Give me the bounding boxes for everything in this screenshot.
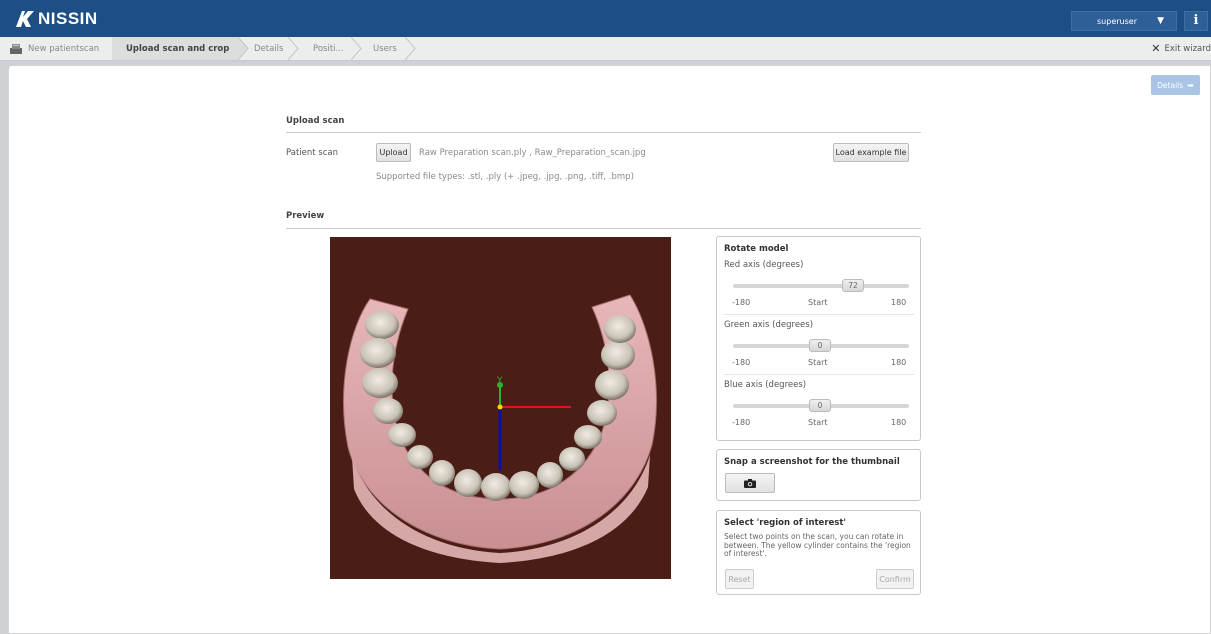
info-icon: i [1193, 13, 1199, 28]
upload-scan-title: Upload scan [286, 116, 345, 126]
load-example-file-button[interactable]: Load example file [833, 143, 909, 162]
crumb-label: Details [254, 43, 284, 54]
user-name: superuser [1097, 16, 1137, 26]
exit-wizard-button[interactable]: ✕ Exit wizard [1151, 42, 1211, 55]
crumb-new-patientscan[interactable]: New patientscan [0, 37, 112, 60]
uploaded-files: Raw Preparation scan.ply , Raw_Preparati… [419, 148, 646, 158]
load-example-label: Load example file [835, 148, 907, 157]
green-axis-handle[interactable]: 0 [809, 339, 831, 352]
roi-description: Select two points on the scan, you can r… [724, 532, 911, 558]
roi-reset-button[interactable]: Reset [725, 569, 754, 589]
green-axis-min: -180 [732, 358, 751, 367]
y-axis-label: Y [496, 376, 503, 386]
divider [286, 228, 921, 229]
info-button[interactable]: i [1184, 11, 1208, 31]
blue-axis-start: Start [808, 418, 828, 427]
chevron-right-icon [405, 37, 416, 60]
chevron-right-icon [238, 37, 249, 60]
crumb-label: Upload scan and crop [126, 43, 230, 54]
red-axis-max: 180 [891, 298, 907, 307]
roi-reset-label: Reset [728, 574, 751, 584]
crumb-upload-scan-and-crop[interactable]: Upload scan and crop [112, 37, 238, 60]
blue-axis-max: 180 [891, 418, 907, 427]
crumb-label: New patientscan [28, 43, 100, 54]
divider [724, 374, 914, 375]
blue-axis-value: 0 [817, 401, 823, 410]
camera-icon [744, 478, 756, 488]
rotate-model-title: Rotate model [724, 244, 789, 254]
red-axis-value: 72 [848, 281, 858, 290]
close-icon: ✕ [1151, 42, 1161, 55]
snapshot-button[interactable] [725, 473, 775, 493]
green-axis-label: Green axis (degrees) [724, 320, 814, 330]
nissin-logo-icon [16, 11, 34, 27]
red-axis-handle[interactable]: 72 [842, 279, 864, 292]
user-menu-button[interactable]: superuser ▼ [1071, 11, 1177, 31]
blue-axis-handle[interactable]: 0 [809, 399, 831, 412]
scan-3d-viewer[interactable]: Y [330, 237, 671, 579]
upload-button-label: Upload [379, 148, 408, 157]
green-axis-start: Start [808, 358, 828, 367]
red-axis-start: Start [808, 298, 828, 307]
red-axis-label: Red axis (degrees) [724, 260, 804, 270]
crumb-label: Users [373, 43, 397, 54]
divider [724, 314, 914, 315]
arrow-right-icon: ➡ [1187, 80, 1194, 90]
rotate-model-panel: Rotate model Red axis (degrees) 72 -180 … [716, 236, 921, 441]
top-bar: NISSIN superuser ▼ i [0, 0, 1211, 37]
origin-point [497, 404, 503, 410]
roi-confirm-label: Confirm [879, 574, 911, 584]
caret-down-icon: ▼ [1157, 16, 1164, 26]
preview-title: Preview [286, 211, 325, 221]
snapshot-panel: Snap a screenshot for the thumbnail [716, 449, 921, 501]
chevron-right-icon [288, 37, 299, 60]
roi-confirm-button[interactable]: Confirm [876, 569, 914, 589]
roi-panel: Select 'region of interest' Select two p… [716, 510, 921, 595]
crumb-label: Positi... [313, 43, 344, 54]
roi-title: Select 'region of interest' [724, 518, 847, 528]
crumb-users[interactable]: Users [373, 37, 407, 60]
red-axis-slider[interactable] [733, 284, 909, 288]
red-axis-min: -180 [732, 298, 751, 307]
green-axis-max: 180 [891, 358, 907, 367]
dental-scan-model: Y [343, 294, 657, 563]
patient-scan-label: Patient scan [286, 148, 338, 158]
brand-logo[interactable]: NISSIN [14, 9, 98, 29]
blue-axis-label: Blue axis (degrees) [724, 380, 807, 390]
exit-wizard-label: Exit wizard [1164, 43, 1211, 54]
wizard-icon [10, 44, 22, 54]
wizard-breadcrumb: New patientscan Upload scan and crop Det… [0, 37, 1211, 61]
supported-file-types: Supported file types: .stl, .ply (+ .jpe… [376, 172, 634, 182]
details-next-label: Details [1157, 80, 1184, 90]
green-axis-value: 0 [817, 341, 823, 350]
blue-axis-min: -180 [732, 418, 751, 427]
chevron-right-icon [351, 37, 362, 60]
snapshot-title: Snap a screenshot for the thumbnail [724, 457, 900, 467]
brand-name: NISSIN [38, 9, 98, 28]
details-next-button[interactable]: Details ➡ [1151, 75, 1200, 95]
divider [286, 132, 921, 133]
upload-button[interactable]: Upload [376, 143, 411, 162]
